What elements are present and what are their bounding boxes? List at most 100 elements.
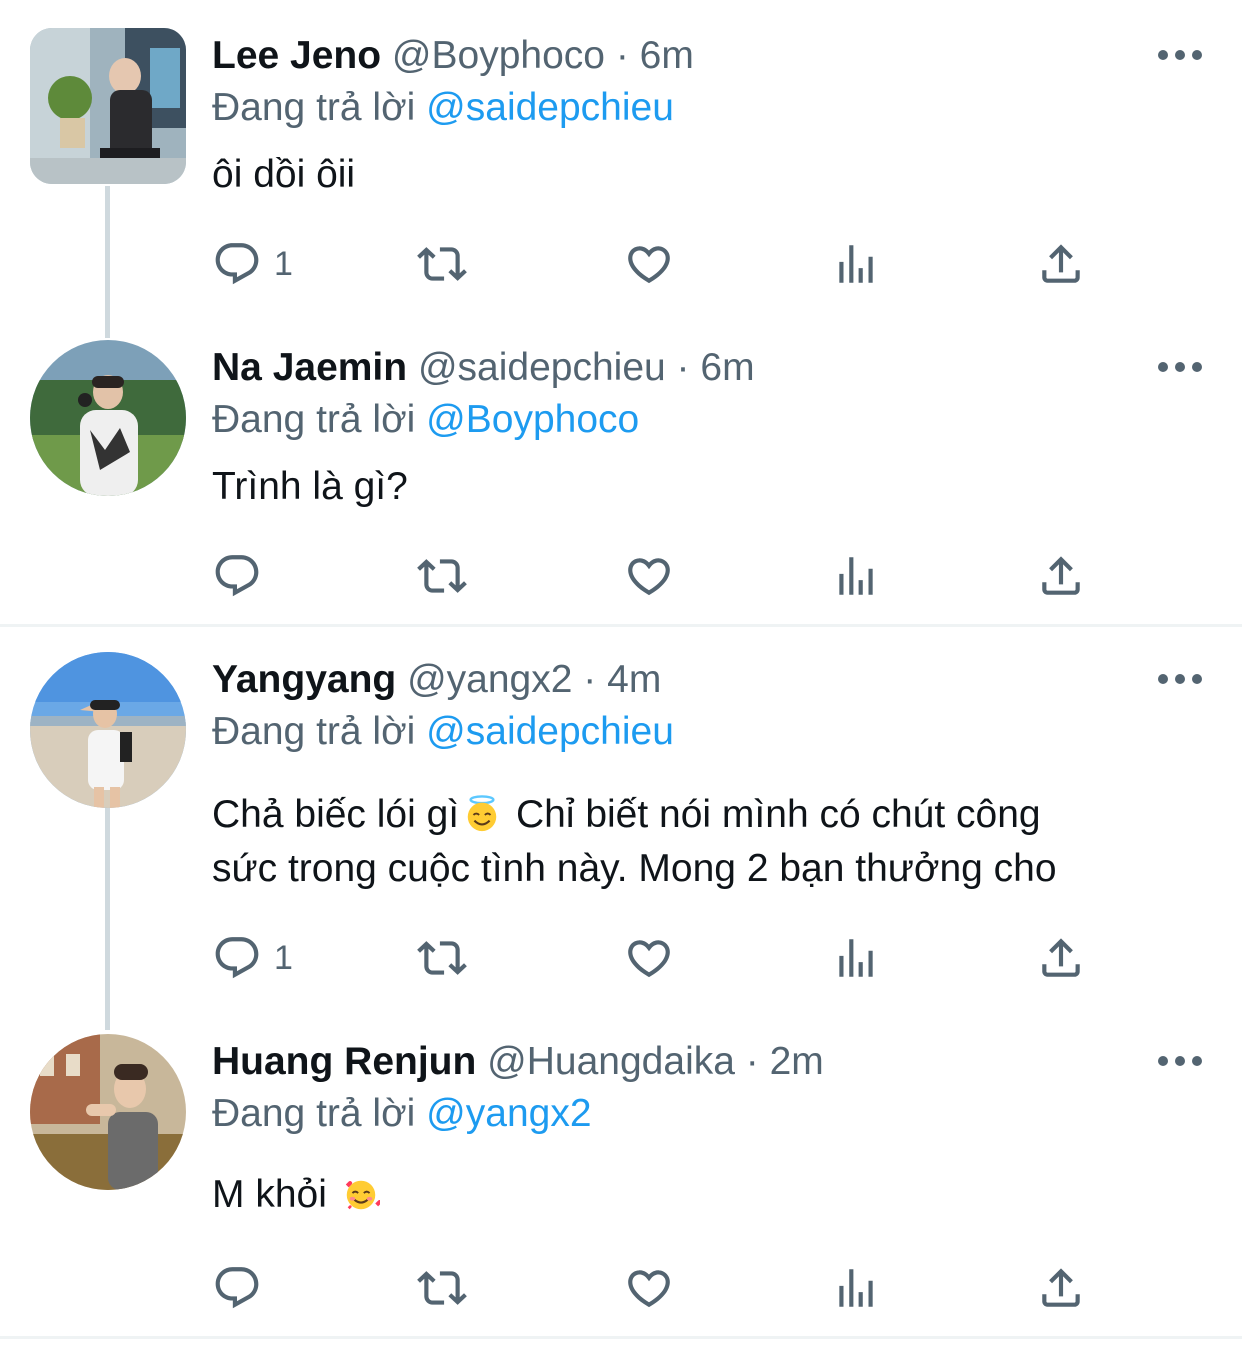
share-icon (1036, 239, 1086, 289)
handle[interactable]: @saidepchieu (418, 346, 666, 389)
tweet-header: Yangyang @yangx2 · 4m (212, 654, 661, 706)
like-icon (624, 933, 674, 983)
tweet-header: Na Jaemin @saidepchieu · 6m (212, 342, 755, 394)
tweet-text-part: Chả biếc lói gì (212, 793, 460, 836)
views-icon (831, 933, 881, 983)
share-button[interactable] (1036, 234, 1086, 294)
tweet-header: Lee Jeno @Boyphoco · 6m (212, 30, 694, 82)
views-button[interactable] (831, 234, 881, 294)
reply-count: 1 (274, 938, 293, 977)
replying-to: Đang trả lời @saidepchieu (212, 706, 674, 758)
replying-to-label: Đang trả lời (212, 1092, 416, 1135)
reply-icon (212, 1263, 262, 1313)
replying-to: Đang trả lời @Boyphoco (212, 394, 639, 446)
share-button[interactable] (1036, 1258, 1086, 1318)
tweet-text: Chả biếc lói gì Chỉ biết nói mình có chú… (212, 788, 1202, 896)
avatar[interactable] (30, 340, 186, 496)
reply-count: 1 (274, 244, 293, 283)
tweet-text-line: sức trong cuộc tình này. Mong 2 bạn thưở… (212, 847, 1057, 890)
more-icon[interactable] (1158, 668, 1202, 692)
action-bar (0, 546, 1242, 606)
reply-button[interactable]: 1 (212, 234, 293, 294)
like-button[interactable] (624, 928, 674, 988)
views-button[interactable] (831, 546, 881, 606)
more-icon[interactable] (1158, 356, 1202, 380)
views-icon (831, 239, 881, 289)
reply-icon (212, 551, 262, 601)
handle[interactable]: @Boyphoco (392, 34, 605, 77)
separator-dot: · (745, 1040, 759, 1083)
replying-to-label: Đang trả lời (212, 398, 416, 441)
like-button[interactable] (624, 1258, 674, 1318)
retweet-icon (417, 933, 467, 983)
tweet-lee-jeno[interactable]: Lee Jeno @Boyphoco · 6m Đang trả lời @sa… (0, 0, 1242, 312)
display-name[interactable]: Lee Jeno (212, 34, 381, 77)
handle[interactable]: @yangx2 (407, 658, 572, 701)
share-button[interactable] (1036, 928, 1086, 988)
separator-dot: · (583, 658, 597, 701)
display-name[interactable]: Na Jaemin (212, 346, 407, 389)
replying-to: Đang trả lời @yangx2 (212, 1088, 592, 1140)
tweet-text: Trình là gì? (212, 465, 408, 508)
like-button[interactable] (624, 234, 674, 294)
views-button[interactable] (831, 928, 881, 988)
replying-to-label: Đang trả lời (212, 86, 416, 129)
mention-link[interactable]: @Boyphoco (426, 398, 639, 441)
avatar[interactable] (30, 652, 186, 808)
share-button[interactable] (1036, 546, 1086, 606)
smiling-face-with-hearts-icon (345, 1180, 380, 1210)
tweet-text: M khỏi (212, 1168, 1202, 1222)
tweet-text: ôi dồi ôii (212, 153, 356, 196)
views-button[interactable] (831, 1258, 881, 1318)
avatar[interactable] (30, 1034, 186, 1190)
share-icon (1036, 933, 1086, 983)
tweet-huang-renjun[interactable]: Huang Renjun @Huangdaika · 2m Đang trả l… (0, 1006, 1242, 1336)
tweet-text-part: M khỏi (212, 1173, 338, 1216)
mention-link[interactable]: @saidepchieu (426, 86, 674, 129)
reply-icon (212, 933, 262, 983)
replying-to-label: Đang trả lời (212, 710, 416, 753)
more-icon[interactable] (1158, 44, 1202, 68)
action-bar (0, 1258, 1242, 1318)
action-bar: 1 (0, 234, 1242, 294)
avatar[interactable] (30, 28, 186, 184)
tweet-yangyang[interactable]: Yangyang @yangx2 · 4m Đang trả lời @said… (0, 624, 1242, 1006)
reply-button[interactable] (212, 546, 274, 606)
display-name[interactable]: Huang Renjun (212, 1040, 476, 1083)
smiling-face-with-halo-icon (467, 795, 497, 832)
retweet-icon (417, 1263, 467, 1313)
handle[interactable]: @Huangdaika (487, 1040, 735, 1083)
separator-dot: · (676, 346, 690, 389)
share-icon (1036, 551, 1086, 601)
retweet-button[interactable] (417, 928, 467, 988)
thread-separator (0, 1336, 1242, 1339)
more-icon[interactable] (1158, 1050, 1202, 1074)
timestamp[interactable]: 4m (607, 658, 661, 701)
separator-dot: · (615, 34, 629, 77)
reply-icon (212, 239, 262, 289)
retweet-button[interactable] (417, 1258, 467, 1318)
reply-button[interactable] (212, 1258, 274, 1318)
views-icon (831, 1263, 881, 1313)
tweet-na-jaemin[interactable]: Na Jaemin @saidepchieu · 6m Đang trả lời… (0, 312, 1242, 624)
replying-to: Đang trả lời @saidepchieu (212, 82, 674, 134)
mention-link[interactable]: @yangx2 (426, 1092, 591, 1135)
retweet-button[interactable] (417, 234, 467, 294)
display-name[interactable]: Yangyang (212, 658, 396, 701)
tweet-header: Huang Renjun @Huangdaika · 2m (212, 1036, 824, 1088)
like-icon (624, 239, 674, 289)
mention-link[interactable]: @saidepchieu (426, 710, 674, 753)
retweet-icon (417, 239, 467, 289)
views-icon (831, 551, 881, 601)
action-bar: 1 (0, 928, 1242, 988)
timestamp[interactable]: 2m (770, 1040, 824, 1083)
timestamp[interactable]: 6m (640, 34, 694, 77)
tweet-text-part: Chỉ biết nói mình có chút công (505, 793, 1041, 836)
timestamp[interactable]: 6m (700, 346, 754, 389)
like-icon (624, 551, 674, 601)
retweet-icon (417, 551, 467, 601)
like-button[interactable] (624, 546, 674, 606)
retweet-button[interactable] (417, 546, 467, 606)
reply-button[interactable]: 1 (212, 928, 293, 988)
like-icon (624, 1263, 674, 1313)
